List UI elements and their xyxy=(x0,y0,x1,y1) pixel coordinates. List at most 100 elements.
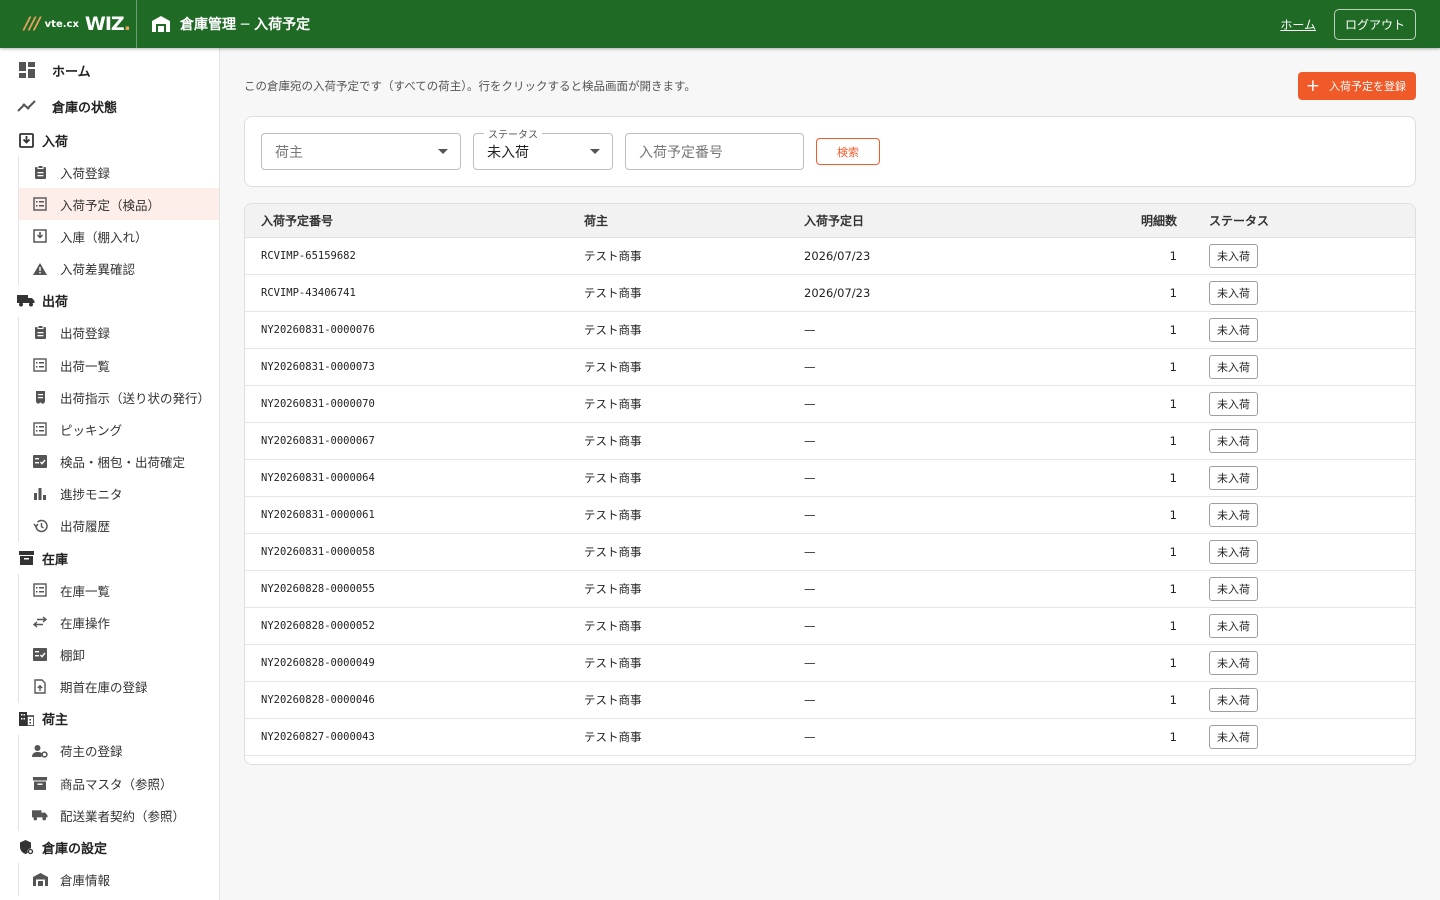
main-content: この倉庫宛の入荷予定です（すべての荷主）。行をクリックすると検品画面が開きます。… xyxy=(220,48,1440,900)
column-header-status[interactable]: ステータス xyxy=(1177,212,1269,229)
cell-lines: 1 xyxy=(1169,397,1177,411)
table-row[interactable]: NY20260827-0000043 テスト商事 — 1 未入荷 xyxy=(245,719,1415,756)
sidebar-item-inventory-operation[interactable]: 在庫操作 xyxy=(19,606,219,638)
bar-chart-icon xyxy=(32,487,48,500)
checklist-icon xyxy=(32,455,48,469)
building-icon xyxy=(17,711,35,726)
table-row[interactable]: NY20260831-0000058 テスト商事 — 1 未入荷 xyxy=(245,534,1415,571)
sidebar-item-label: 倉庫の状態 xyxy=(52,100,118,116)
sidebar-item-warehouse-state[interactable]: 倉庫の状態 xyxy=(0,88,219,124)
sidebar-group-inbound[interactable]: 入荷 xyxy=(0,124,219,156)
cell-date: — xyxy=(804,730,816,744)
table-row[interactable]: NY20260831-0000064 テスト商事 — 1 未入荷 xyxy=(245,460,1415,497)
shipper-select-placeholder: 荷主 xyxy=(275,144,303,161)
cell-lines: 1 xyxy=(1169,693,1177,707)
cell-number: NY20260831-0000058 xyxy=(261,546,375,558)
cell-status: 未入荷 xyxy=(1177,318,1258,342)
cell-number: NY20260828-0000052 xyxy=(261,620,375,632)
table-row[interactable]: NY20260828-0000046 テスト商事 — 1 未入荷 xyxy=(245,682,1415,719)
header-home-link[interactable]: ホーム xyxy=(1280,16,1316,33)
sidebar-item-outbound-history[interactable]: 出荷履歴 xyxy=(19,510,219,542)
sidebar-item-label: 棚卸 xyxy=(60,648,86,664)
sidebar-item-label: 入荷予定（検品） xyxy=(60,197,161,213)
sidebar-item-label: 倉庫情報 xyxy=(60,872,111,888)
cell-status: 未入荷 xyxy=(1177,614,1258,638)
inbound-number-input[interactable]: 入荷予定番号 xyxy=(625,133,804,170)
sidebar-item-inbound-diff[interactable]: 入荷差異確認 xyxy=(19,253,219,285)
sidebar-item-pack-confirm[interactable]: 検品・梱包・出荷確定 xyxy=(19,446,219,478)
cell-status: 未入荷 xyxy=(1177,577,1258,601)
sidebar-item-inbound-register[interactable]: 入荷登録 xyxy=(19,156,219,188)
shield-settings-icon xyxy=(17,839,35,855)
table-row[interactable]: NY20260831-0000073 テスト商事 — 1 未入荷 xyxy=(245,349,1415,386)
brand-logo[interactable]: /// vte.cx WIZ. xyxy=(0,0,137,48)
sidebar-group-settings[interactable]: 倉庫の設定 xyxy=(0,831,219,863)
sidebar-item-putaway[interactable]: 入庫（棚入れ） xyxy=(19,220,219,252)
table-row[interactable]: NY20260831-0000061 テスト商事 — 1 未入荷 xyxy=(245,497,1415,534)
sidebar-item-shipper-register[interactable]: 荷主の登録 xyxy=(19,735,219,767)
sidebar-item-inventory-list[interactable]: 在庫一覧 xyxy=(19,574,219,606)
sidebar-sub-inventory: 在庫一覧 在庫操作 棚卸 期首在庫の登録 xyxy=(18,574,219,703)
table-row[interactable]: RCVIMP-43406741 テスト商事 2026/07/23 1 未入荷 xyxy=(245,275,1415,312)
table-row[interactable]: NY20260828-0000055 テスト商事 — 1 未入荷 xyxy=(245,571,1415,608)
sidebar-sub-settings: 倉庫情報 xyxy=(18,863,219,896)
filter-panel: 荷主 ステータス 未入荷 入荷予定番号 検索 xyxy=(244,116,1416,187)
table-row[interactable]: RCVIMP-65159682 テスト商事 2026/07/23 1 未入荷 xyxy=(245,238,1415,275)
inbox-download-icon xyxy=(17,132,35,148)
cell-date: — xyxy=(804,619,816,633)
sidebar-item-opening-stock[interactable]: 期首在庫の登録 xyxy=(19,671,219,703)
cell-number: NY20260831-0000073 xyxy=(261,361,375,373)
sidebar-item-label: 配送業者契約（参照） xyxy=(60,808,186,824)
sidebar-item-outbound-list[interactable]: 出荷一覧 xyxy=(19,349,219,381)
cell-shipper: テスト商事 xyxy=(584,434,642,448)
sidebar-group-shipper[interactable]: 荷主 xyxy=(0,703,219,735)
sidebar-item-progress-monitor[interactable]: 進捗モニタ xyxy=(19,478,219,510)
status-badge: 未入荷 xyxy=(1209,651,1258,675)
cell-number: NY20260831-0000070 xyxy=(261,398,375,410)
cell-lines: 1 xyxy=(1169,508,1177,522)
sidebar-item-outbound-register[interactable]: 出荷登録 xyxy=(19,317,219,349)
cell-date: 2026/07/23 xyxy=(804,249,871,263)
sidebar-item-inbound-plan[interactable]: 入荷予定（検品） xyxy=(19,188,219,221)
sidebar-group-outbound[interactable]: 出荷 xyxy=(0,285,219,317)
column-header-date[interactable]: 入荷予定日 xyxy=(804,212,1059,229)
table-row[interactable]: NY20260828-0000049 テスト商事 — 1 未入荷 xyxy=(245,645,1415,682)
sidebar-item-picking[interactable]: ピッキング xyxy=(19,413,219,445)
table-row[interactable]: NY20260828-0000052 テスト商事 — 1 未入荷 xyxy=(245,608,1415,645)
cell-number: RCVIMP-43406741 xyxy=(261,287,356,299)
sidebar-item-product-master[interactable]: 商品マスタ（参照） xyxy=(19,767,219,799)
table-row[interactable]: NY20260831-0000070 テスト商事 — 1 未入荷 xyxy=(245,386,1415,423)
sidebar-item-label: 出荷一覧 xyxy=(60,358,111,374)
chevron-down-icon xyxy=(590,149,600,154)
cell-number: NY20260831-0000061 xyxy=(261,509,375,521)
sidebar-item-warehouse-info[interactable]: 倉庫情報 xyxy=(19,863,219,895)
logout-button[interactable]: ログアウト xyxy=(1333,8,1416,40)
sidebar-item-home[interactable]: ホーム xyxy=(0,52,219,88)
sidebar-item-label: ピッキング xyxy=(60,422,123,438)
register-inbound-plan-button[interactable]: + 入荷予定を登録 xyxy=(1297,72,1416,100)
truck-icon xyxy=(17,294,35,307)
column-header-lines[interactable]: 明細数 xyxy=(1059,212,1177,229)
table-row[interactable]: NY20260831-0000067 テスト商事 — 1 未入荷 xyxy=(245,423,1415,460)
sidebar-item-shipping-instruction[interactable]: 出荷指示（送り状の発行） xyxy=(19,381,219,413)
column-header-shipper[interactable]: 荷主 xyxy=(584,212,804,229)
sidebar-item-label: ホーム xyxy=(52,64,91,80)
sidebar-item-stocktake[interactable]: 棚卸 xyxy=(19,638,219,670)
sidebar-item-label: 在庫一覧 xyxy=(60,583,111,599)
sidebar-group-inventory[interactable]: 在庫 xyxy=(0,542,219,574)
status-select-label: ステータス xyxy=(484,126,542,141)
status-select[interactable]: ステータス 未入荷 xyxy=(473,126,613,170)
shipper-select[interactable]: 荷主 xyxy=(261,133,461,170)
search-button[interactable]: 検索 xyxy=(816,138,880,165)
cell-number: NY20260831-0000076 xyxy=(261,324,375,336)
column-header-number[interactable]: 入荷予定番号 xyxy=(245,212,584,229)
cell-lines: 1 xyxy=(1169,582,1177,596)
page-description: この倉庫宛の入荷予定です（すべての荷主）。行をクリックすると検品画面が開きます。 xyxy=(244,79,696,93)
sidebar-item-carrier-contract[interactable]: 配送業者契約（参照） xyxy=(19,799,219,831)
cell-shipper: テスト商事 xyxy=(584,730,642,744)
sidebar-item-label: 出荷登録 xyxy=(60,326,111,342)
table-row[interactable]: NY20260831-0000076 テスト商事 — 1 未入荷 xyxy=(245,312,1415,349)
sidebar-group-label: 荷主 xyxy=(42,713,69,729)
page-title-text: 倉庫管理 ─ 入荷予定 xyxy=(180,17,311,33)
sidebar-item-label: 検品・梱包・出荷確定 xyxy=(60,455,186,471)
